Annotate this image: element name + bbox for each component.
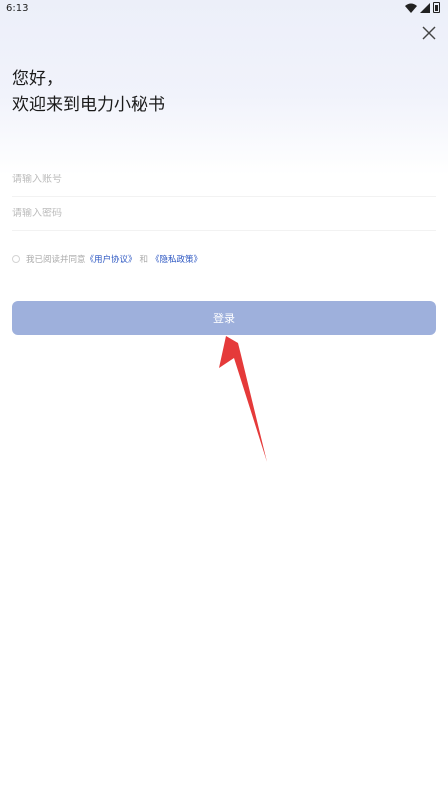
status-icons xyxy=(405,2,440,13)
arrow-shape xyxy=(219,336,267,462)
account-input[interactable] xyxy=(12,174,436,185)
greeting-welcome: 欢迎来到电力小秘书 xyxy=(12,95,165,115)
status-time: 6:13 xyxy=(6,3,29,14)
agreement-checkbox[interactable] xyxy=(12,255,20,263)
wifi-icon xyxy=(405,3,417,13)
close-icon[interactable] xyxy=(420,24,438,42)
user-agreement-link[interactable]: 《用户协议》 xyxy=(86,253,137,265)
password-field xyxy=(12,197,436,231)
account-field xyxy=(12,163,436,197)
agreement-and: 和 xyxy=(139,255,149,265)
privacy-policy-link[interactable]: 《隐私政策》 xyxy=(151,253,202,265)
agreement-prefix: 我已阅读并同意 xyxy=(26,255,86,265)
agreement-row: 我已阅读并同意 《用户协议》 和 《隐私政策》 xyxy=(12,253,202,265)
login-button[interactable]: 登录 xyxy=(12,301,436,335)
battery-icon xyxy=(433,2,440,13)
signal-icon xyxy=(420,2,430,13)
password-input[interactable] xyxy=(12,208,436,219)
greeting-hello: 您好， xyxy=(12,69,63,89)
greeting: 您好， 欢迎来到电力小秘书 xyxy=(12,66,165,118)
status-bar: 6:13 xyxy=(0,0,448,18)
